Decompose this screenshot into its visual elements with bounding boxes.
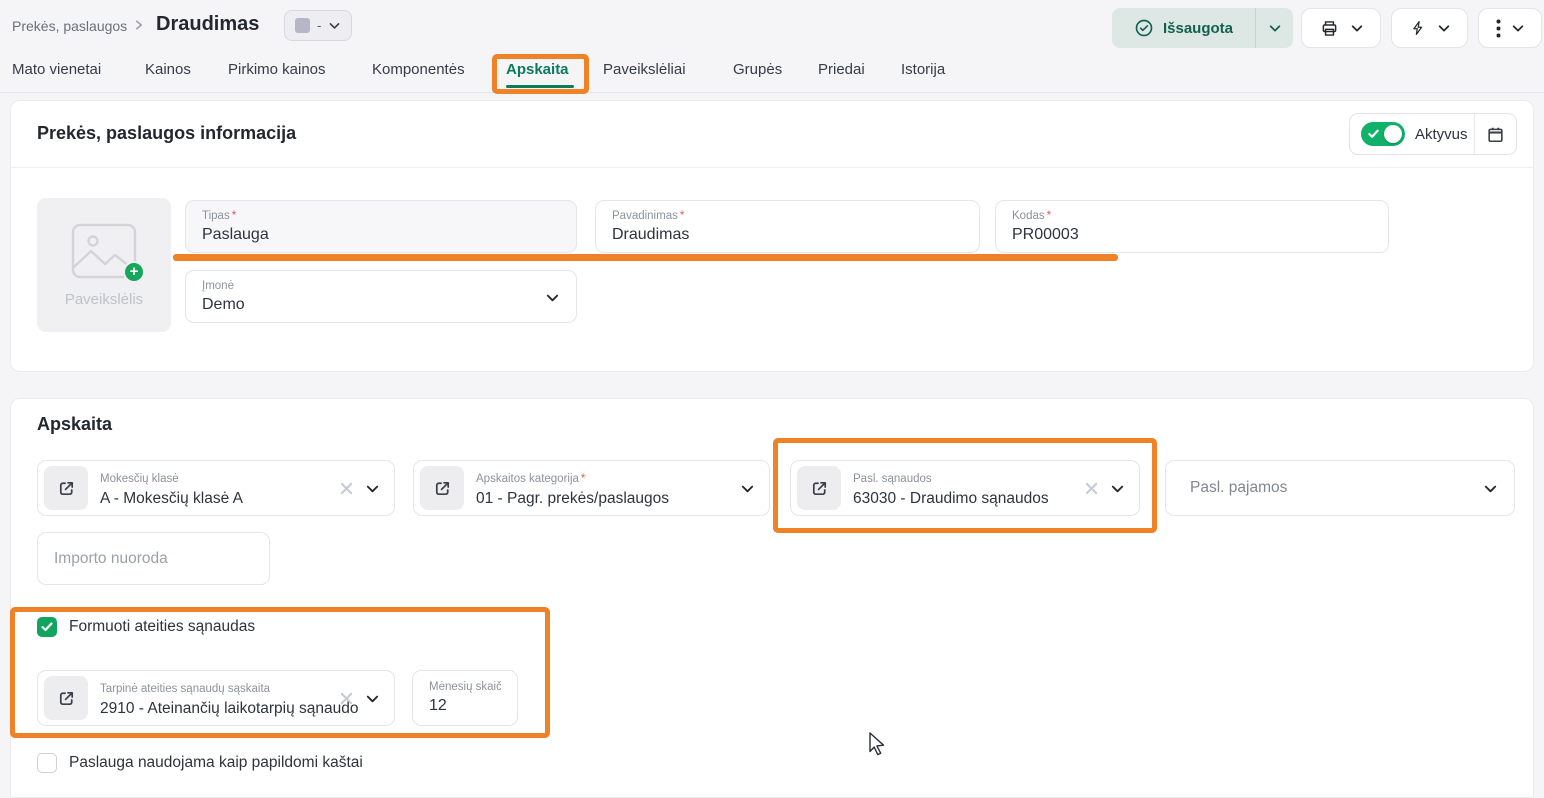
page-title: Draudimas [156,13,259,36]
pasl-pajamos-select[interactable]: Pasl. pajamos [1165,460,1515,516]
lightning-icon [1409,19,1427,37]
add-image-icon: + [123,261,145,283]
tab-kainos[interactable]: Kainos [145,61,191,78]
pasl-sanaudos-label: Pasl. sąnaudos [853,473,932,485]
breadcrumb-parent[interactable]: Prekės, paslaugos [12,18,127,34]
chevron-down-icon [1350,21,1364,35]
saved-caret-button[interactable] [1256,21,1293,35]
active-toggle[interactable]: Aktyvus [1350,122,1474,146]
info-section-title: Prekės, paslaugos informacija [37,123,296,144]
mokesciu-klase-value: A - Mokesčių klasė A [100,490,334,508]
calendar-button[interactable] [1475,114,1516,154]
tab-apskaita[interactable]: Apskaita [506,61,569,78]
apskaita-section-title: Apskaita [37,414,112,435]
tab-paveiksleliai[interactable]: Paveikslėliai [603,61,686,78]
imone-value: Demo [202,296,560,314]
importo-nuoroda-input[interactable] [54,550,253,568]
required-mark: * [680,210,684,222]
variant-dropdown[interactable]: - [284,10,352,41]
tab-istorija[interactable]: Istorija [901,61,945,78]
chevron-down-icon [1483,481,1498,496]
print-dropdown-button[interactable] [1301,8,1381,48]
external-link-icon[interactable] [797,466,841,510]
papildomi-checkbox-label: Paslauga naudojama kaip papildomi kaštai [69,754,363,772]
required-mark: * [581,473,585,485]
chevron-down-icon [740,481,755,496]
chevron-down-icon [545,290,560,305]
papildomi-checkbox-row[interactable]: Paslauga naudojama kaip papildomi kaštai [37,753,363,773]
pavadinimas-value: Draudimas [612,226,963,244]
tab-priedai[interactable]: Priedai [818,61,865,78]
more-dropdown-button[interactable] [1478,8,1542,48]
image-upload-placeholder[interactable]: + Paveikslėlis [37,198,171,332]
chevron-down-icon [328,19,341,32]
apskaitos-kategorija-label: Apskaitos kategorija [476,473,579,485]
pasl-sanaudos-select[interactable]: Pasl. sąnaudos 63030 - Draudimo sąnaudos [790,460,1140,516]
saved-label: Išsaugota [1163,20,1233,37]
chevron-down-icon [365,481,380,496]
pasl-pajamos-label: Pasl. pajamos [1190,479,1483,497]
chevron-down-icon [365,691,380,706]
external-link-icon[interactable] [44,466,88,510]
tabbar-divider [0,92,1544,93]
formuoti-checkbox-label: Formuoti ateities sąnaudas [69,618,255,636]
tarpine-saskaita-value: 2910 - Ateinančių laikotarpių sąnaudos [100,700,358,718]
tipas-label: Tipas [202,210,230,222]
chevron-right-icon [133,19,145,31]
pasl-sanaudos-value: 63030 - Draudimo sąnaudos [853,490,1079,508]
info-header-divider [10,167,1534,168]
tab-grupes[interactable]: Grupės [733,61,782,78]
apskaita-card [10,398,1534,798]
external-link-icon[interactable] [420,466,464,510]
formuoti-checkbox-row[interactable]: Formuoti ateities sąnaudas [37,617,255,637]
active-toggle-label: Aktyvus [1415,126,1468,143]
clear-icon[interactable] [340,482,353,495]
kodas-label: Kodas [1012,210,1045,222]
tab-pirkimo-kainos[interactable]: Pirkimo kainos [228,61,326,78]
required-mark: * [1047,210,1051,222]
toggle-on-icon [1361,122,1405,146]
tipas-field: Tipas* Paslauga [185,200,577,253]
check-circle-icon [1134,18,1154,38]
menesiu-skaicius-value: 12 [429,697,501,715]
color-swatch [295,18,310,33]
checkbox-checked-icon[interactable] [37,617,57,637]
pavadinimas-field[interactable]: Pavadinimas* Draudimas [595,200,980,253]
chevron-down-icon [1437,21,1451,35]
image-placeholder-label: Paveikslėlis [65,291,143,308]
apskaitos-kategorija-select[interactable]: Apskaitos kategorija* 01 - Pagr. prekės/… [413,460,770,516]
tipas-value: Paslauga [202,226,560,244]
kodas-field[interactable]: Kodas* PR00003 [995,200,1389,253]
active-toggle-control: Aktyvus [1349,113,1517,155]
tarpine-saskaita-label: Tarpinė ateities sąnaudų sąskaita [100,683,270,695]
chevron-down-icon [1511,21,1525,35]
imone-label: Įmonė [202,280,234,292]
clear-icon[interactable] [340,692,353,705]
active-tab-underline [506,85,574,88]
required-mark: * [232,210,236,222]
checkbox-unchecked-icon[interactable] [37,753,57,773]
imone-select[interactable]: Įmonė Demo [185,270,577,323]
mokesciu-klase-select[interactable]: Mokesčių klasė A - Mokesčių klasė A [37,460,395,516]
importo-nuoroda-field [37,532,270,585]
menesiu-skaicius-label: Mėnesių skaičius [429,681,501,693]
clear-icon[interactable] [1085,482,1098,495]
actions-dropdown-button[interactable] [1391,8,1468,48]
saved-split-button[interactable]: Išsaugota [1112,8,1293,48]
menesiu-skaicius-field[interactable]: Mėnesių skaičius 12 [412,670,518,726]
pavadinimas-label: Pavadinimas [612,210,678,222]
tarpine-saskaita-select[interactable]: Tarpinė ateities sąnaudų sąskaita 2910 -… [37,670,395,726]
tab-komponentes[interactable]: Komponentės [372,61,465,78]
variant-value: - [317,18,321,33]
tab-mato-vienetai[interactable]: Mato vienetai [12,61,101,78]
kodas-value: PR00003 [1012,226,1372,244]
image-icon: + [71,223,137,279]
apskaitos-kategorija-value: 01 - Pagr. prekės/paslaugos [476,490,740,508]
chevron-down-icon [1110,481,1125,496]
printer-icon [1319,18,1340,39]
external-link-icon[interactable] [44,676,88,720]
kebab-menu-icon [1496,19,1501,38]
mokesciu-klase-label: Mokesčių klasė [100,473,179,485]
